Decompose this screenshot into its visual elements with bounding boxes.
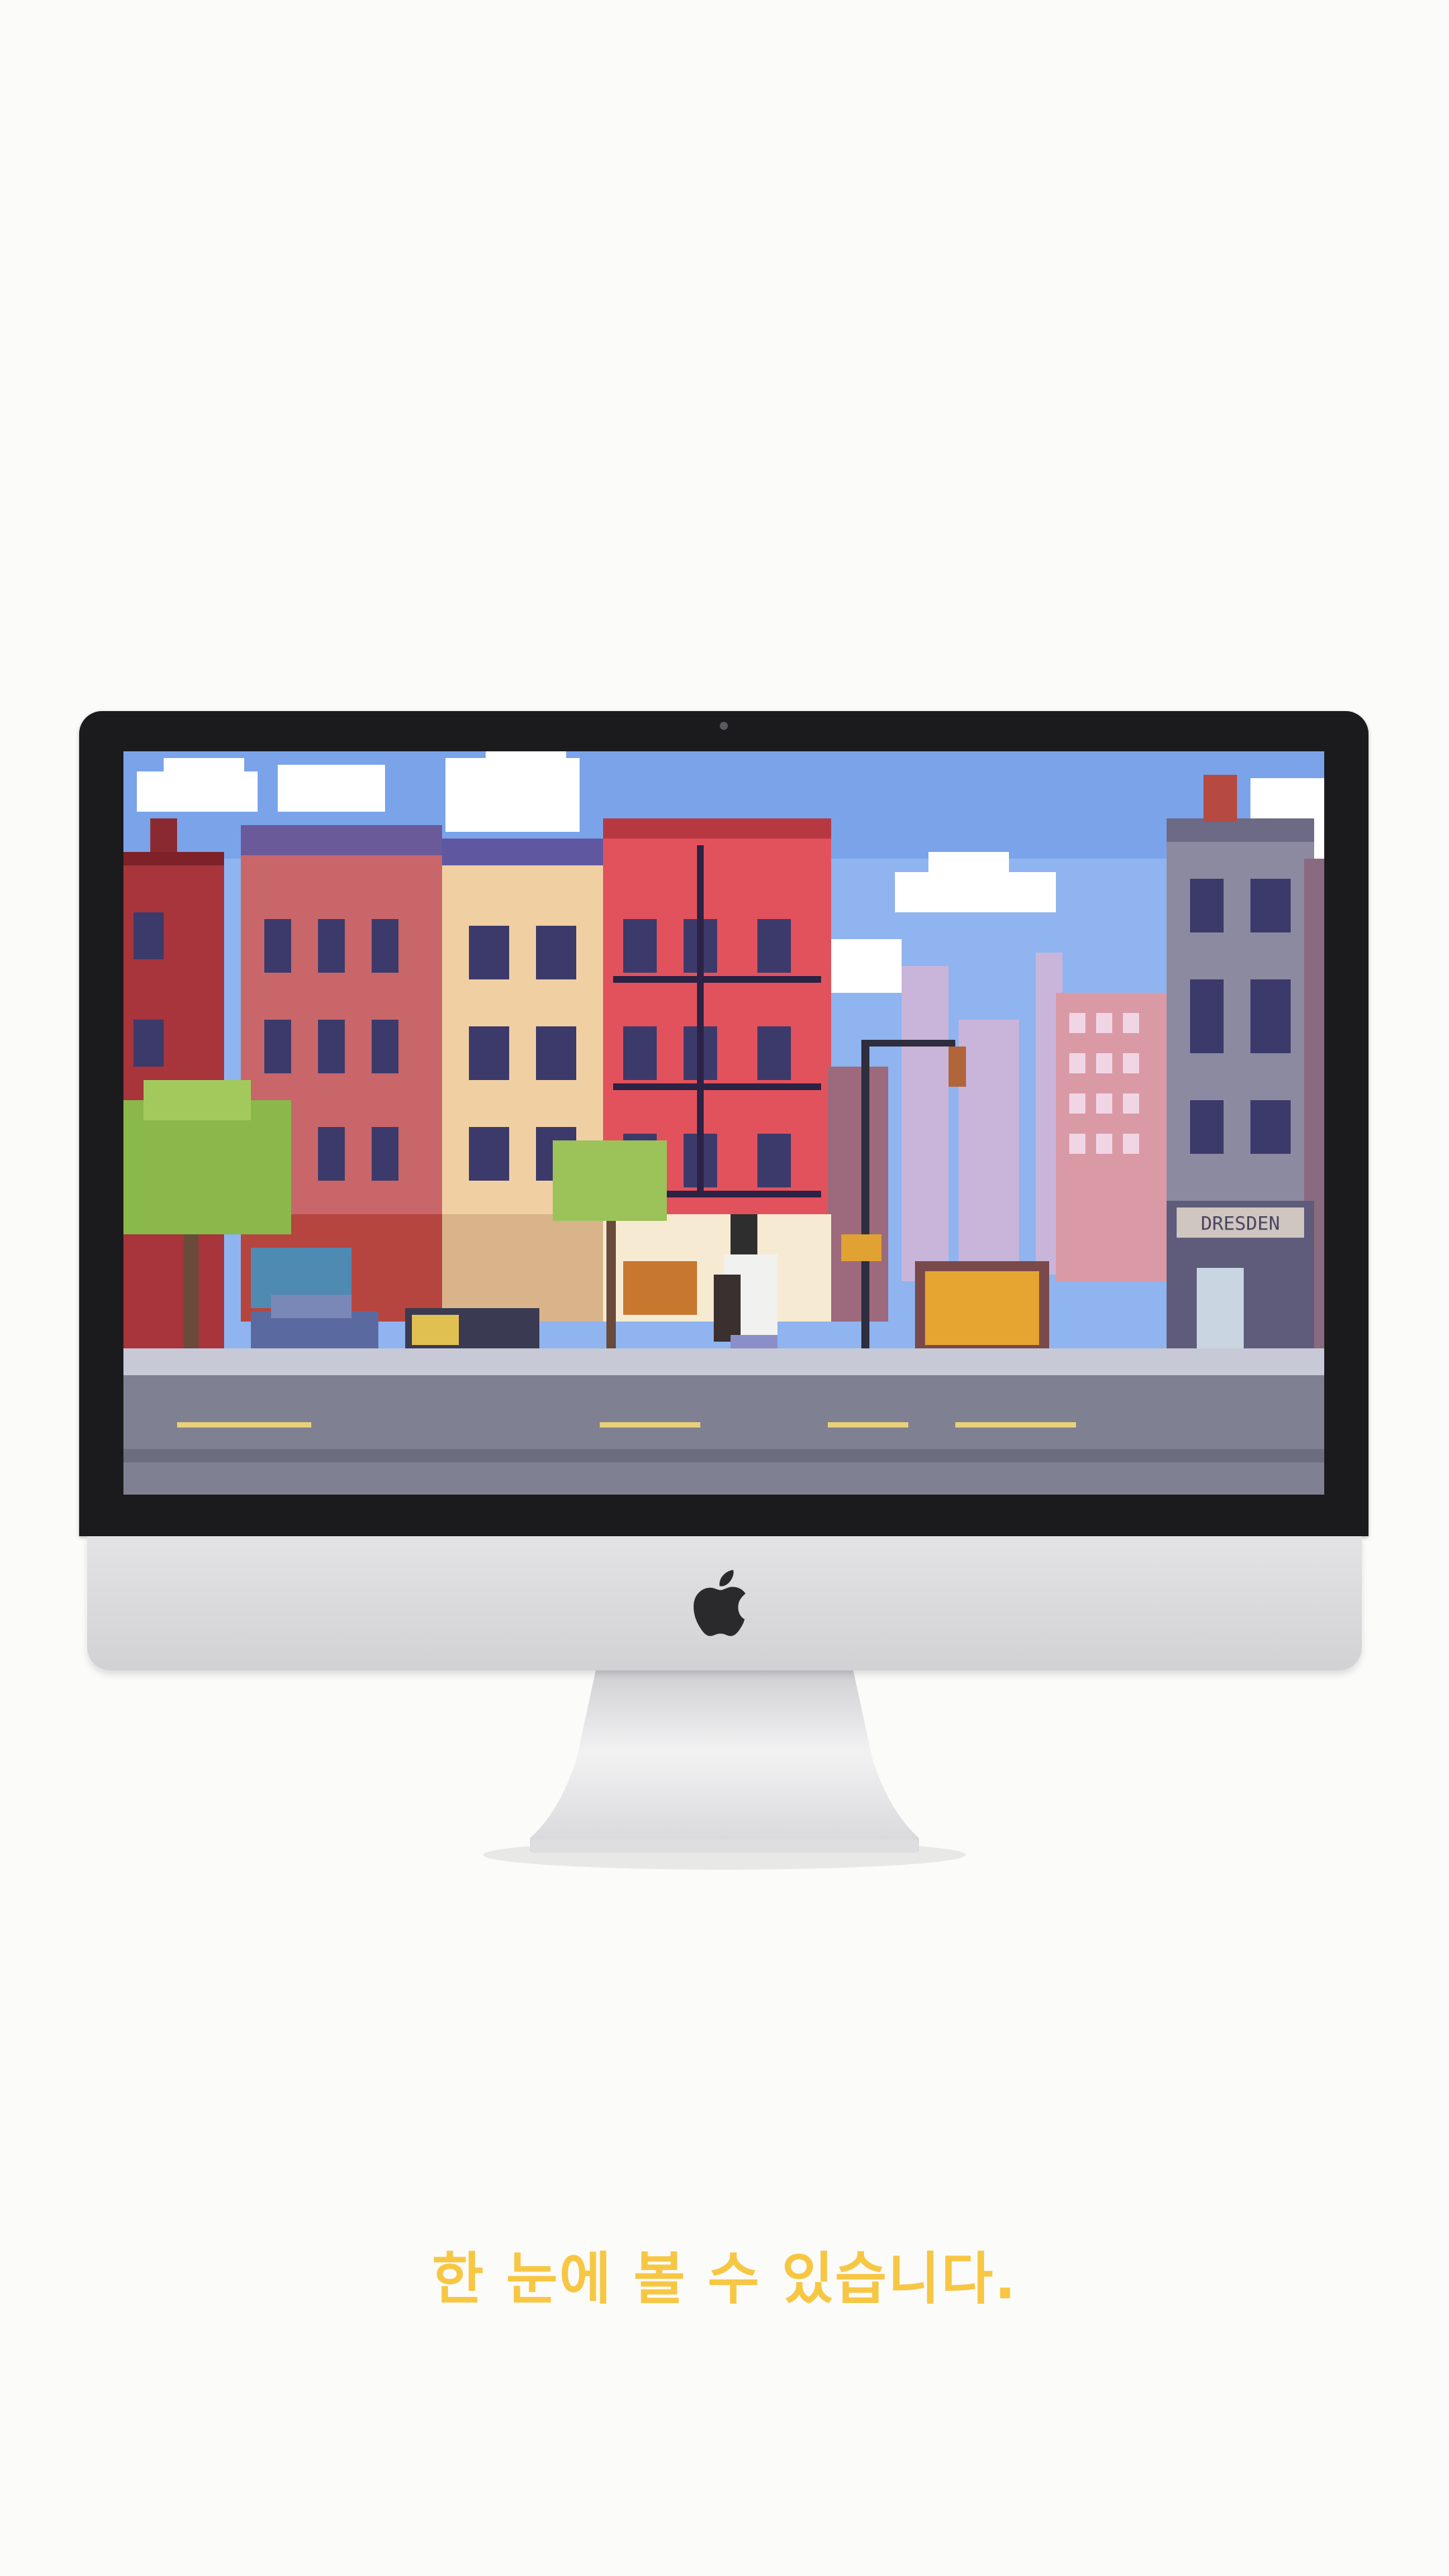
imac-bezel: DRESDEN <box>79 711 1368 1536</box>
page-scene: DRESDEN 한 눈에 볼 수 있습니다. <box>0 0 1449 2576</box>
caption-text: 한 눈에 볼 수 있습니다. <box>431 2246 1018 2312</box>
imac-chin <box>87 1536 1362 1670</box>
pixel-city-illustration: DRESDEN <box>123 751 1324 1495</box>
imac-screen: DRESDEN <box>123 751 1324 1495</box>
shop-sign: DRESDEN <box>1201 1212 1280 1234</box>
apple-logo-icon <box>693 1570 746 1636</box>
camera-icon <box>720 722 728 730</box>
